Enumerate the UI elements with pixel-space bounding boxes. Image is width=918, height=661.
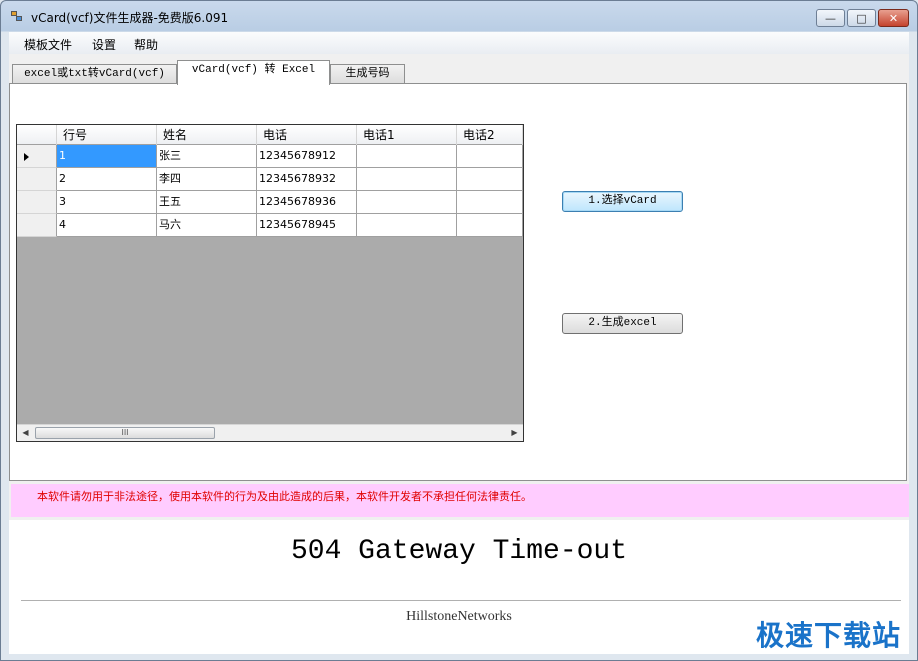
maximize-button[interactable]: □	[847, 9, 876, 27]
cell-phone2[interactable]	[457, 145, 523, 168]
scroll-thumb[interactable]: III	[35, 427, 215, 439]
cell-phone1[interactable]	[357, 191, 457, 214]
maximize-icon: □	[856, 11, 867, 25]
grid-corner[interactable]	[17, 125, 57, 145]
title-bar[interactable]: vCard(vcf)文件生成器-免费版6.091 — □ ✕	[1, 1, 917, 32]
generate-excel-button[interactable]: 2.生成excel	[562, 313, 683, 334]
scroll-left-icon[interactable]: ◀	[17, 425, 34, 441]
cell-name[interactable]: 李四	[157, 168, 257, 191]
error-title: 504 Gateway Time-out	[290, 536, 628, 567]
cell-row-no[interactable]: 3	[57, 191, 157, 214]
cell-phone1[interactable]	[357, 145, 457, 168]
scroll-right-icon[interactable]: ▶	[506, 425, 523, 441]
close-icon: ✕	[888, 11, 899, 25]
tab-excel-to-vcard[interactable]: excel或txt转vCard(vcf)	[12, 64, 177, 84]
error-page-area: 504 Gateway Time-out HillstoneNetworks 极…	[9, 520, 909, 654]
table-row[interactable]: 3 王五 12345678936	[17, 191, 523, 214]
cell-row-no[interactable]: 2	[57, 168, 157, 191]
cell-phone1[interactable]	[357, 214, 457, 237]
menu-bar: 模板文件 设置 帮助	[9, 32, 909, 54]
col-header-row-no[interactable]: 行号	[57, 125, 157, 145]
cell-phone2[interactable]	[457, 168, 523, 191]
cell-phone2[interactable]	[457, 214, 523, 237]
col-header-phone1[interactable]: 电话1	[357, 125, 457, 145]
table-row[interactable]: 1 张三 12345678912	[17, 145, 523, 168]
tab-generate-numbers[interactable]: 生成号码	[330, 64, 405, 84]
table-row[interactable]: 4 马六 12345678945	[17, 214, 523, 237]
cell-phone1[interactable]	[357, 168, 457, 191]
table-row[interactable]: 2 李四 12345678932	[17, 168, 523, 191]
col-header-phone2[interactable]: 电话2	[457, 125, 523, 145]
client-area: 模板文件 设置 帮助 excel或txt转vCard(vcf) vCard(vc…	[9, 32, 909, 654]
row-header[interactable]	[17, 214, 57, 237]
cell-phone[interactable]: 12345678945	[257, 214, 357, 237]
tab-strip: excel或txt转vCard(vcf) vCard(vcf) 转 Excel …	[9, 60, 909, 85]
cell-row-no[interactable]: 1	[57, 145, 157, 168]
cell-phone[interactable]: 12345678912	[257, 145, 357, 168]
cell-phone2[interactable]	[457, 191, 523, 214]
row-header[interactable]	[17, 145, 57, 168]
cell-name[interactable]: 王五	[157, 191, 257, 214]
minimize-button[interactable]: —	[816, 9, 845, 27]
app-icon	[11, 11, 24, 23]
cell-phone[interactable]: 12345678932	[257, 168, 357, 191]
row-header[interactable]	[17, 168, 57, 191]
cell-row-no[interactable]: 4	[57, 214, 157, 237]
current-row-arrow-icon	[24, 153, 29, 161]
watermark-logo: 极速下载站	[755, 619, 901, 652]
tab-vcard-to-excel[interactable]: vCard(vcf) 转 Excel	[177, 60, 330, 85]
window-title: vCard(vcf)文件生成器-免费版6.091	[31, 11, 229, 25]
menu-settings[interactable]: 设置	[92, 36, 116, 53]
minimize-icon: —	[825, 11, 836, 25]
contacts-grid[interactable]: 行号 姓名 电话 电话1 电话2 1 张三 12345678912 2 李四 1…	[16, 124, 524, 442]
col-header-name[interactable]: 姓名	[157, 125, 257, 145]
col-header-phone[interactable]: 电话	[257, 125, 357, 145]
grid-horizontal-scrollbar[interactable]: ◀ III ▶	[17, 424, 523, 441]
cell-name[interactable]: 张三	[157, 145, 257, 168]
row-header[interactable]	[17, 191, 57, 214]
tab-panel: 行号 姓名 电话 电话1 电话2 1 张三 12345678912 2 李四 1…	[9, 83, 907, 481]
close-button[interactable]: ✕	[878, 9, 909, 27]
grid-header: 行号 姓名 电话 电话1 电话2	[17, 125, 523, 145]
menu-template-file[interactable]: 模板文件	[24, 36, 72, 53]
select-vcard-button[interactable]: 1.选择vCard	[562, 191, 683, 212]
disclaimer-banner: 本软件请勿用于非法途径，使用本软件的行为及由此造成的后果，本软件开发者不承担任何…	[11, 484, 909, 517]
cell-phone[interactable]: 12345678936	[257, 191, 357, 214]
divider	[21, 600, 901, 601]
app-window: vCard(vcf)文件生成器-免费版6.091 — □ ✕ 模板文件 设置 帮…	[0, 0, 918, 661]
cell-name[interactable]: 马六	[157, 214, 257, 237]
menu-help[interactable]: 帮助	[134, 36, 158, 53]
